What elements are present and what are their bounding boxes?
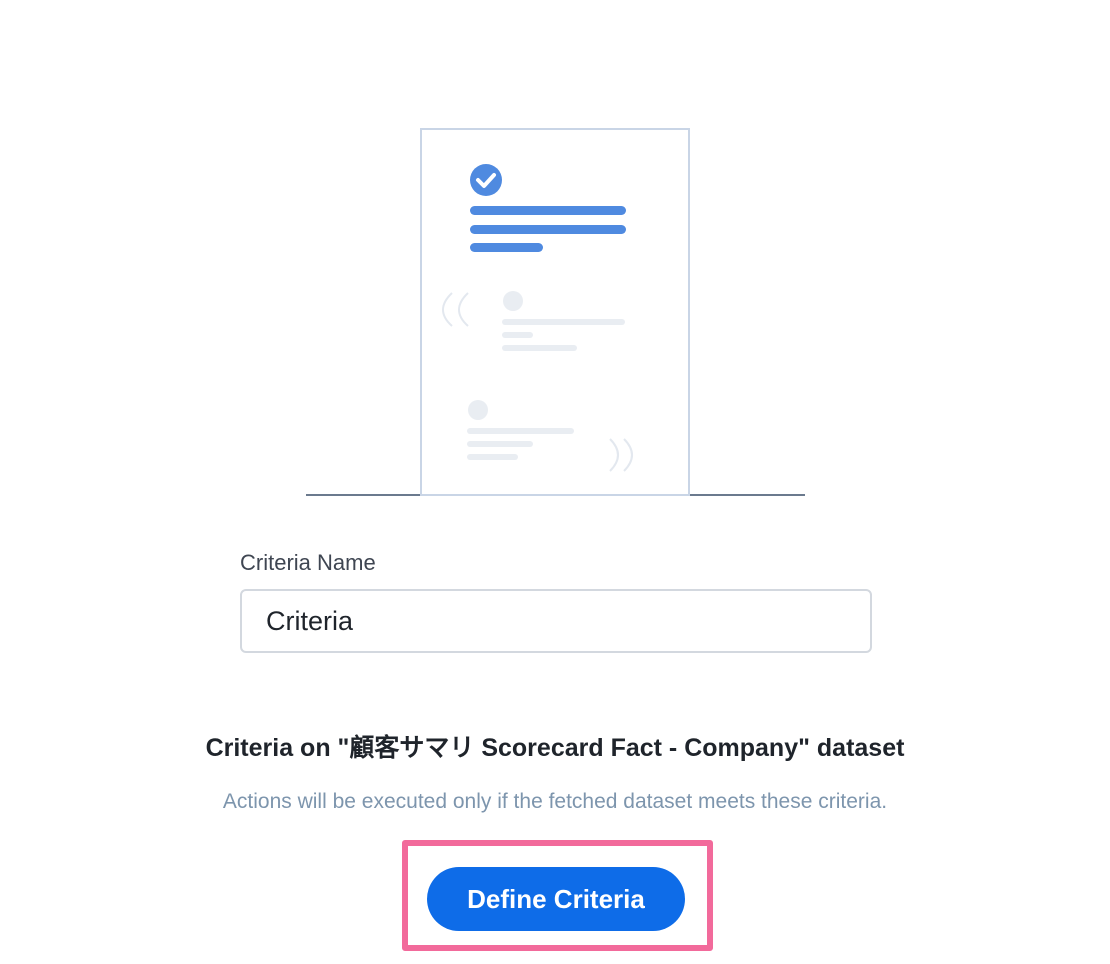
criteria-name-input[interactable]	[240, 589, 872, 653]
check-circle-icon	[470, 164, 502, 196]
empty-state-illustration	[306, 128, 805, 496]
dataset-description: Actions will be executed only if the fet…	[222, 790, 888, 813]
document-sheet	[420, 128, 690, 496]
define-criteria-button[interactable]: Define Criteria	[427, 867, 685, 931]
dataset-title: Criteria on "顧客サマリ Scorecard Fact - Comp…	[205, 734, 905, 762]
criteria-name-label: Criteria Name	[240, 550, 376, 575]
